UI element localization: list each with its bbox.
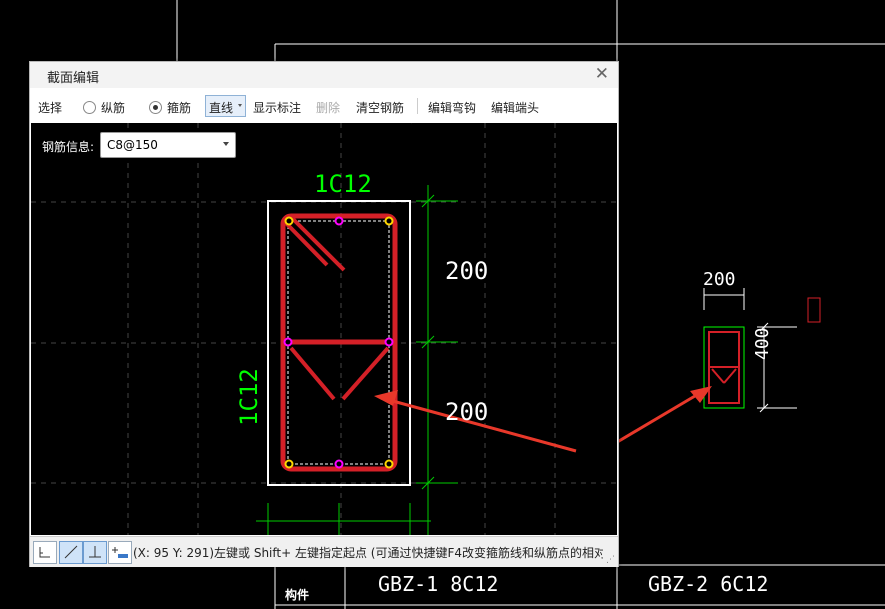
dialog-toolbar: 选择 纵筋 箍筋 直线 显示标注 删除 清空钢筋 编辑弯钩 编辑端头	[30, 90, 618, 122]
section-canvas[interactable]: 钢筋信息: C8@150 1C12 1C12 200 200	[31, 123, 617, 535]
gbz2-width-dim: 200	[703, 269, 736, 290]
edit-end-button[interactable]: 编辑端头	[491, 99, 539, 116]
longitudinal-label: 纵筋	[101, 101, 126, 115]
title-block-header: 构件	[285, 588, 310, 602]
section-edit-dialog: 截面编辑 ✕ 选择 纵筋 箍筋 直线 显示标注 删除 清空钢筋 编辑弯钩 编辑端…	[29, 61, 619, 567]
rebar-info-value: C8@150	[107, 138, 158, 152]
radio-icon	[83, 101, 96, 114]
radio-selected-icon	[149, 101, 162, 114]
chevron-down-icon	[223, 142, 229, 146]
clear-rebar-button[interactable]: 清空钢筋	[356, 99, 404, 116]
toolbar-divider	[417, 98, 418, 114]
rebar-info-label: 钢筋信息:	[42, 140, 95, 154]
perpendicular-icon[interactable]	[83, 541, 107, 564]
side-rebar-label: 1C12	[235, 368, 263, 426]
gbz2-height-dim: 400	[752, 327, 773, 360]
title-block-gbz2: GBZ-2 6C12	[648, 572, 769, 596]
rebar-info-select[interactable]: C8@150	[100, 132, 236, 158]
title-block-gbz1: GBZ-1 8C12	[378, 572, 499, 596]
line-icon[interactable]	[59, 541, 83, 564]
chevron-down-icon	[238, 104, 242, 107]
orthogonal-icon[interactable]	[33, 541, 57, 564]
dim-lower-label: 200	[445, 398, 489, 426]
show-dims-button[interactable]: 显示标注	[253, 99, 301, 116]
line-mode-label: 直线	[209, 101, 234, 115]
dialog-title: 截面编辑	[47, 71, 100, 86]
resize-grip-icon[interactable]: ⋰	[606, 555, 615, 565]
dim-upper-label: 200	[445, 257, 489, 285]
dialog-titlebar[interactable]: 截面编辑 ✕	[30, 62, 618, 88]
add-point-icon[interactable]	[108, 541, 132, 564]
top-rebar-label: 1C12	[314, 170, 372, 198]
close-icon[interactable]: ✕	[595, 64, 609, 84]
edit-hook-button[interactable]: 编辑弯钩	[428, 99, 476, 116]
stirrup-radio[interactable]: 箍筋	[149, 99, 191, 116]
dialog-statusbar: (X: 95 Y: 291)左键或 Shift+ 左键指定起点 (可通过快捷键F…	[30, 536, 618, 567]
status-text: (X: 95 Y: 291)左键或 Shift+ 左键指定起点 (可通过快捷键F…	[133, 546, 603, 560]
delete-button[interactable]: 删除	[316, 99, 340, 116]
stirrup-label: 箍筋	[167, 101, 192, 115]
line-mode-dropdown[interactable]: 直线	[205, 95, 246, 117]
select-button[interactable]: 选择	[38, 99, 62, 116]
longitudinal-radio[interactable]: 纵筋	[83, 99, 125, 116]
